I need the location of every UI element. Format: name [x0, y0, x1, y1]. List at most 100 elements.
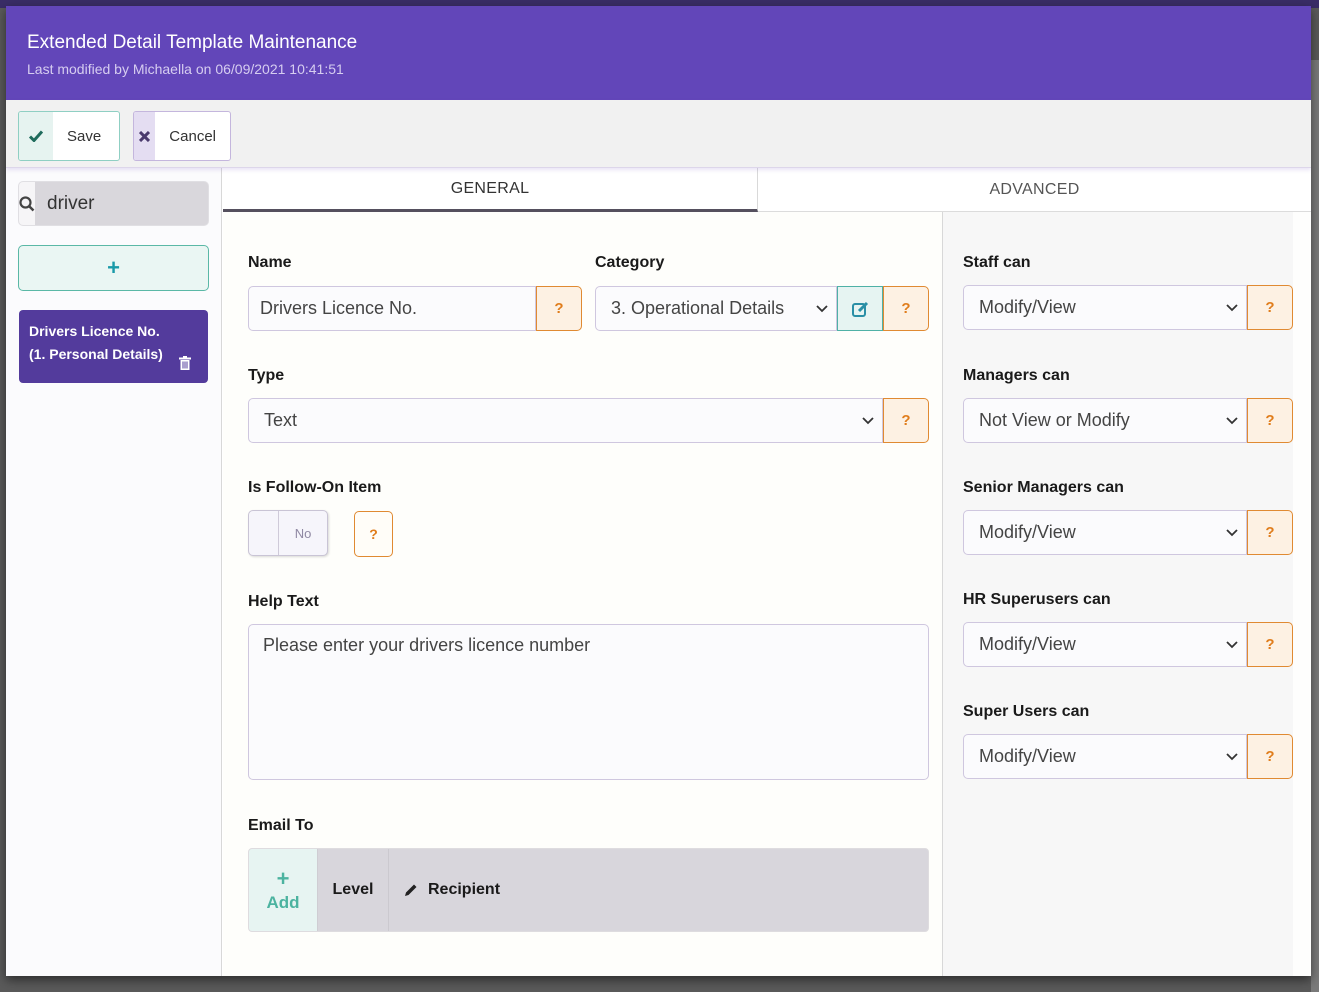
template-list-sidebar: + Drivers Licence No. (1. Personal Detai…: [6, 168, 222, 976]
permissions-panel: Staff can Modify/View ? Managers can Not…: [942, 212, 1293, 976]
super-users-can-label: Super Users can: [963, 703, 1090, 720]
type-value: Text: [264, 410, 298, 430]
chevron-down-icon: [1226, 640, 1238, 648]
save-label: Save: [67, 127, 102, 145]
modal-header: Extended Detail Template Maintenance Las…: [6, 6, 1311, 100]
super-users-can-value: Modify/View: [979, 746, 1076, 766]
managers-can-group: Not View or Modify ?: [963, 398, 1293, 443]
search-icon: [19, 182, 35, 225]
staff-can-help-button[interactable]: ?: [1247, 285, 1293, 330]
type-select[interactable]: Text: [248, 398, 883, 443]
follow-on-label: Is Follow-On Item: [248, 479, 382, 496]
staff-can-select[interactable]: Modify/View: [963, 285, 1247, 330]
follow-on-toggle[interactable]: No: [248, 510, 328, 556]
type-label: Type: [248, 367, 285, 384]
help-icon: ?: [1265, 748, 1275, 765]
tab-advanced[interactable]: ADVANCED: [758, 168, 1311, 212]
help-text-input[interactable]: Please enter your drivers licence number: [248, 624, 929, 780]
super-users-can-select[interactable]: Modify/View: [963, 734, 1247, 779]
name-help-button[interactable]: ?: [536, 286, 582, 331]
list-item-title: Drivers Licence No.: [29, 323, 160, 339]
plus-icon: +: [276, 865, 290, 891]
chevron-down-icon: [862, 416, 874, 424]
help-icon: ?: [1265, 299, 1275, 316]
hr-superusers-can-help-button[interactable]: ?: [1247, 622, 1293, 667]
trash-icon[interactable]: [179, 356, 191, 370]
help-icon: ?: [369, 526, 378, 542]
hr-superusers-can-label: HR Superusers can: [963, 591, 1111, 608]
category-help-button[interactable]: ?: [883, 286, 929, 331]
hr-superusers-can-group: Modify/View ?: [963, 622, 1293, 667]
tab-bar: GENERAL ADVANCED: [223, 168, 1311, 212]
help-icon: ?: [1265, 412, 1275, 429]
general-form: Name ? Category 3. Operational Details ?…: [223, 212, 942, 976]
toggle-state: No: [294, 525, 312, 541]
edit-category-button[interactable]: [837, 286, 883, 331]
chevron-down-icon: [1226, 752, 1238, 760]
super-users-can-group: Modify/View ?: [963, 734, 1293, 779]
toolbar: Save Cancel: [6, 100, 1311, 168]
staff-can-value: Modify/View: [979, 297, 1076, 317]
background-app-edge: [1311, 60, 1319, 992]
name-label: Name: [248, 254, 292, 271]
edit-icon: [851, 301, 868, 317]
managers-can-value: Not View or Modify: [979, 410, 1130, 430]
staff-can-label: Staff can: [963, 254, 1031, 271]
category-field-group: 3. Operational Details ?: [595, 286, 929, 331]
list-item-category: (1. Personal Details): [29, 346, 163, 362]
cancel-label: Cancel: [169, 127, 216, 145]
modal-title: Extended Detail Template Maintenance: [27, 32, 358, 53]
plus-icon: +: [107, 255, 120, 280]
search-field: [18, 181, 209, 226]
add-template-button[interactable]: +: [18, 245, 209, 291]
category-select[interactable]: 3. Operational Details: [595, 286, 837, 331]
hr-superusers-can-select[interactable]: Modify/View: [963, 622, 1247, 667]
check-icon: [19, 112, 53, 160]
help-icon: ?: [901, 412, 911, 429]
name-field-group: ?: [248, 286, 582, 331]
super-users-can-help-button[interactable]: ?: [1247, 734, 1293, 779]
x-icon: [134, 112, 156, 160]
senior-managers-can-help-button[interactable]: ?: [1247, 510, 1293, 555]
managers-can-help-button[interactable]: ?: [1247, 398, 1293, 443]
type-help-button[interactable]: ?: [883, 398, 929, 443]
chevron-down-icon: [1226, 303, 1238, 311]
senior-managers-can-label: Senior Managers can: [963, 479, 1124, 496]
help-icon: ?: [901, 300, 911, 317]
search-input[interactable]: [35, 182, 208, 225]
name-input[interactable]: [248, 286, 536, 331]
senior-managers-can-group: Modify/View ?: [963, 510, 1293, 555]
follow-on-help-button[interactable]: ?: [354, 511, 393, 557]
help-icon: ?: [1265, 636, 1275, 653]
chevron-down-icon: [1226, 528, 1238, 536]
column-header-recipient: Recipient: [389, 849, 500, 931]
managers-can-select[interactable]: Not View or Modify: [963, 398, 1247, 443]
last-modified-text: Last modified by Michaella on 06/09/2021…: [27, 61, 344, 77]
toggle-knob: [249, 511, 279, 555]
hr-superusers-can-value: Modify/View: [979, 634, 1076, 654]
save-button[interactable]: Save: [18, 111, 120, 161]
help-text-label: Help Text: [248, 593, 319, 610]
pencil-icon: [405, 884, 417, 896]
chevron-down-icon: [816, 304, 828, 312]
help-icon: ?: [1265, 524, 1275, 541]
category-label: Category: [595, 254, 665, 271]
email-to-label: Email To: [248, 817, 314, 834]
type-field-group: Text ?: [248, 398, 929, 443]
template-maintenance-modal: Extended Detail Template Maintenance Las…: [6, 6, 1311, 976]
tab-general[interactable]: GENERAL: [223, 168, 758, 212]
managers-can-label: Managers can: [963, 367, 1070, 384]
scrollbar-gutter: [1293, 212, 1311, 976]
senior-managers-can-select[interactable]: Modify/View: [963, 510, 1247, 555]
senior-managers-can-value: Modify/View: [979, 522, 1076, 542]
recipient-header-label: Recipient: [428, 881, 501, 898]
add-recipient-button[interactable]: + Add: [249, 849, 318, 931]
cancel-button[interactable]: Cancel: [133, 111, 231, 161]
email-to-table: + Add Level Recipient: [248, 848, 929, 932]
template-list-item[interactable]: Drivers Licence No. (1. Personal Details…: [19, 310, 208, 383]
chevron-down-icon: [1226, 416, 1238, 424]
add-label: Add: [266, 892, 300, 912]
category-value: 3. Operational Details: [611, 298, 785, 318]
staff-can-group: Modify/View ?: [963, 285, 1293, 330]
help-icon: ?: [554, 300, 564, 317]
